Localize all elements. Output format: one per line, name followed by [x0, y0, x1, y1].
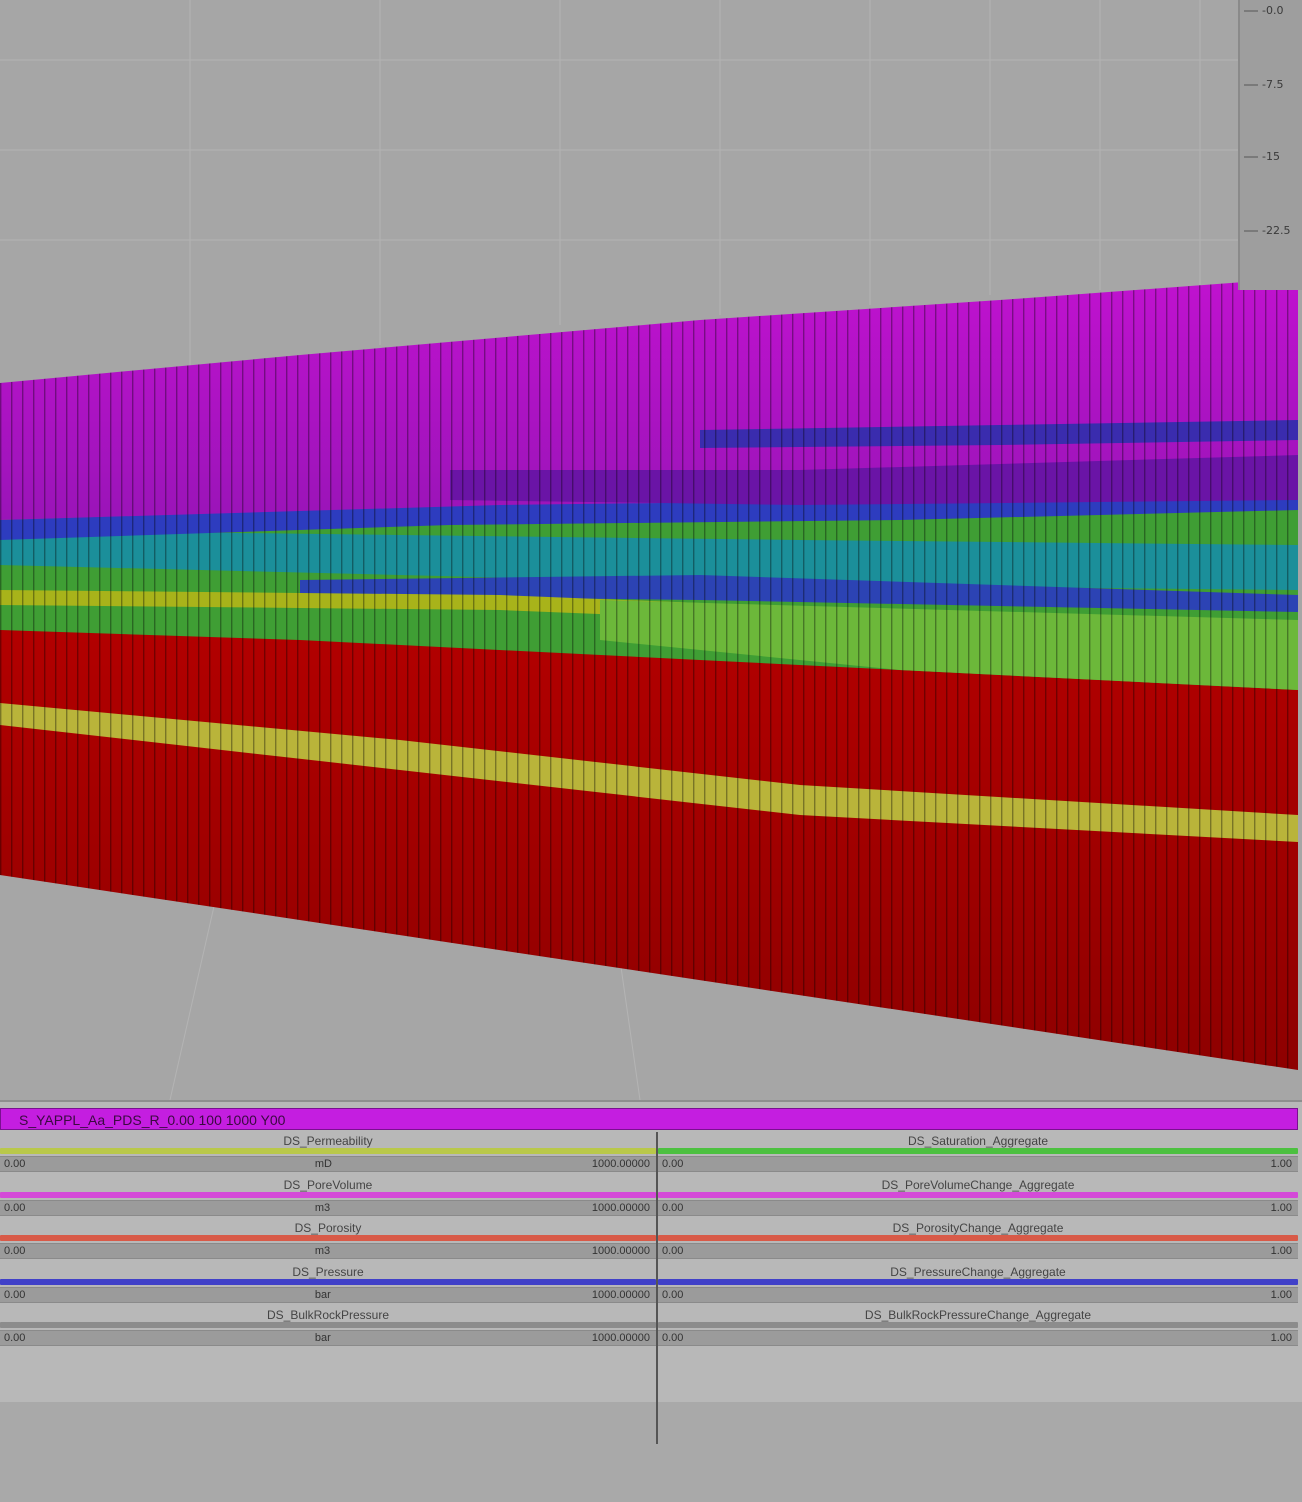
property-color-swatch	[0, 1235, 656, 1241]
property-row[interactable]: DS_PorosityChange_Aggregate 0.00 1.00	[658, 1219, 1298, 1263]
right-property-column: DS_Saturation_Aggregate 0.00 1.00 DS_PoreVo…	[658, 1132, 1298, 1350]
property-name: DS_PoreVolume	[283, 1177, 373, 1192]
property-name: DS_BulkRockPressure	[266, 1308, 390, 1322]
scale-label: -0.0	[1262, 4, 1284, 17]
scale-label: -15	[1262, 150, 1280, 163]
property-name: DS_PressureChange_Aggregate	[890, 1264, 1066, 1279]
range-min: 0.00	[4, 1158, 26, 1170]
property-row[interactable]: DS_BulkRockPressure 0.00 bar 1000.00000	[0, 1306, 656, 1350]
property-name: DS_PorosityChange_Aggregate	[892, 1221, 1064, 1235]
scale-label: -7.5	[1262, 78, 1284, 91]
range-min: 0.00	[662, 1201, 684, 1214]
range-max: 1.00	[1270, 1245, 1292, 1257]
depth-scale-bar: -0.0 -7.5 -15 -22.5	[1238, 0, 1302, 290]
scale-label: -22.5	[1262, 224, 1291, 237]
property-range-bar[interactable]: 0.00 1.00	[658, 1330, 1298, 1346]
range-min: 0.00	[4, 1288, 26, 1301]
property-name: DS_BulkRockPressureChange_Aggregate	[864, 1308, 1092, 1322]
grid-mesh-overlay	[0, 278, 1298, 1070]
property-name: DS_Porosity	[294, 1221, 362, 1235]
range-max: 1.00	[1270, 1288, 1292, 1301]
range-max: 1000.00000	[591, 1245, 650, 1257]
property-color-swatch	[658, 1148, 1298, 1154]
range-unit: mD	[314, 1158, 332, 1170]
property-range-bar[interactable]: 0.00 m3 1000.00000	[0, 1243, 656, 1259]
property-color-swatch	[0, 1148, 656, 1154]
property-name: DS_Saturation_Aggregate	[907, 1134, 1049, 1148]
reservoir-model[interactable]	[0, 0, 1302, 1100]
range-max: 1.00	[1270, 1201, 1292, 1214]
range-max: 1000.00000	[591, 1158, 650, 1170]
property-range-bar[interactable]: 0.00 bar 1000.00000	[0, 1286, 656, 1303]
scale-tick	[1244, 10, 1258, 12]
range-unit: m3	[314, 1201, 331, 1214]
property-row[interactable]: DS_Permeability 0.00 mD 1000.00000	[0, 1132, 656, 1176]
range-min: 0.00	[662, 1158, 684, 1170]
panel-footer	[0, 1447, 1302, 1502]
range-max: 1000.00000	[591, 1332, 650, 1344]
property-range-bar[interactable]: 0.00 1.00	[658, 1156, 1298, 1172]
scale-tick	[1244, 156, 1258, 158]
panel-header[interactable]: S_YAPPL_Aa_PDS_R_0.00 100 1000 Y00	[0, 1108, 1298, 1130]
range-min: 0.00	[4, 1245, 26, 1257]
range-unit: bar	[314, 1332, 331, 1344]
property-row[interactable]: DS_BulkRockPressureChange_Aggregate 0.00 1…	[658, 1306, 1298, 1350]
range-unit: bar	[314, 1288, 331, 1301]
property-row[interactable]: DS_Porosity 0.00 m3 1000.00000	[0, 1219, 656, 1263]
property-row[interactable]: DS_PoreVolume 0.00 m3 1000.00000	[0, 1176, 656, 1220]
range-max: 1.00	[1270, 1158, 1292, 1170]
property-color-swatch	[0, 1278, 656, 1285]
property-range-bar[interactable]: 0.00 1.00	[658, 1286, 1298, 1303]
scale-tick	[1244, 84, 1258, 86]
range-min: 0.00	[4, 1332, 26, 1344]
property-color-swatch	[0, 1191, 656, 1198]
property-range-bar[interactable]: 0.00 m3 1000.00000	[0, 1199, 656, 1216]
property-row[interactable]: DS_Pressure 0.00 bar 1000.00000	[0, 1263, 656, 1307]
property-legend-panel: S_YAPPL_Aa_PDS_R_0.00 100 1000 Y00 DS_Pe…	[0, 1100, 1302, 1502]
property-range-bar[interactable]: 0.00 bar 1000.00000	[0, 1330, 656, 1346]
property-name: DS_PoreVolumeChange_Aggregate	[881, 1177, 1075, 1192]
range-max: 1000.00000	[591, 1201, 650, 1214]
range-max: 1.00	[1270, 1332, 1292, 1344]
property-color-swatch	[658, 1322, 1298, 1328]
range-max: 1000.00000	[591, 1288, 650, 1301]
range-min: 0.00	[662, 1245, 684, 1257]
property-row[interactable]: DS_PressureChange_Aggregate 0.00 1.00	[658, 1263, 1298, 1307]
scale-tick	[1244, 230, 1258, 232]
property-color-swatch	[658, 1235, 1298, 1241]
property-name: DS_Permeability	[283, 1134, 373, 1148]
property-name: DS_Pressure	[292, 1264, 364, 1279]
range-min: 0.00	[4, 1201, 26, 1214]
property-color-swatch	[0, 1322, 656, 1328]
property-color-swatch	[658, 1191, 1298, 1198]
range-unit: m3	[314, 1245, 331, 1257]
property-row[interactable]: DS_PoreVolumeChange_Aggregate 0.00 1.00	[658, 1176, 1298, 1220]
property-range-bar[interactable]: 0.00 mD 1000.00000	[0, 1156, 656, 1172]
left-property-column: DS_Permeability 0.00 mD 1000.00000 DS_PoreVo…	[0, 1132, 656, 1350]
range-min: 0.00	[662, 1288, 684, 1301]
property-range-bar[interactable]: 0.00 1.00	[658, 1199, 1298, 1216]
property-row[interactable]: DS_Saturation_Aggregate 0.00 1.00	[658, 1132, 1298, 1176]
property-range-bar[interactable]: 0.00 1.00	[658, 1243, 1298, 1259]
property-color-swatch	[658, 1278, 1298, 1285]
range-min: 0.00	[662, 1332, 684, 1344]
3d-viewport[interactable]: -0.0 -7.5 -15 -22.5	[0, 0, 1302, 1100]
